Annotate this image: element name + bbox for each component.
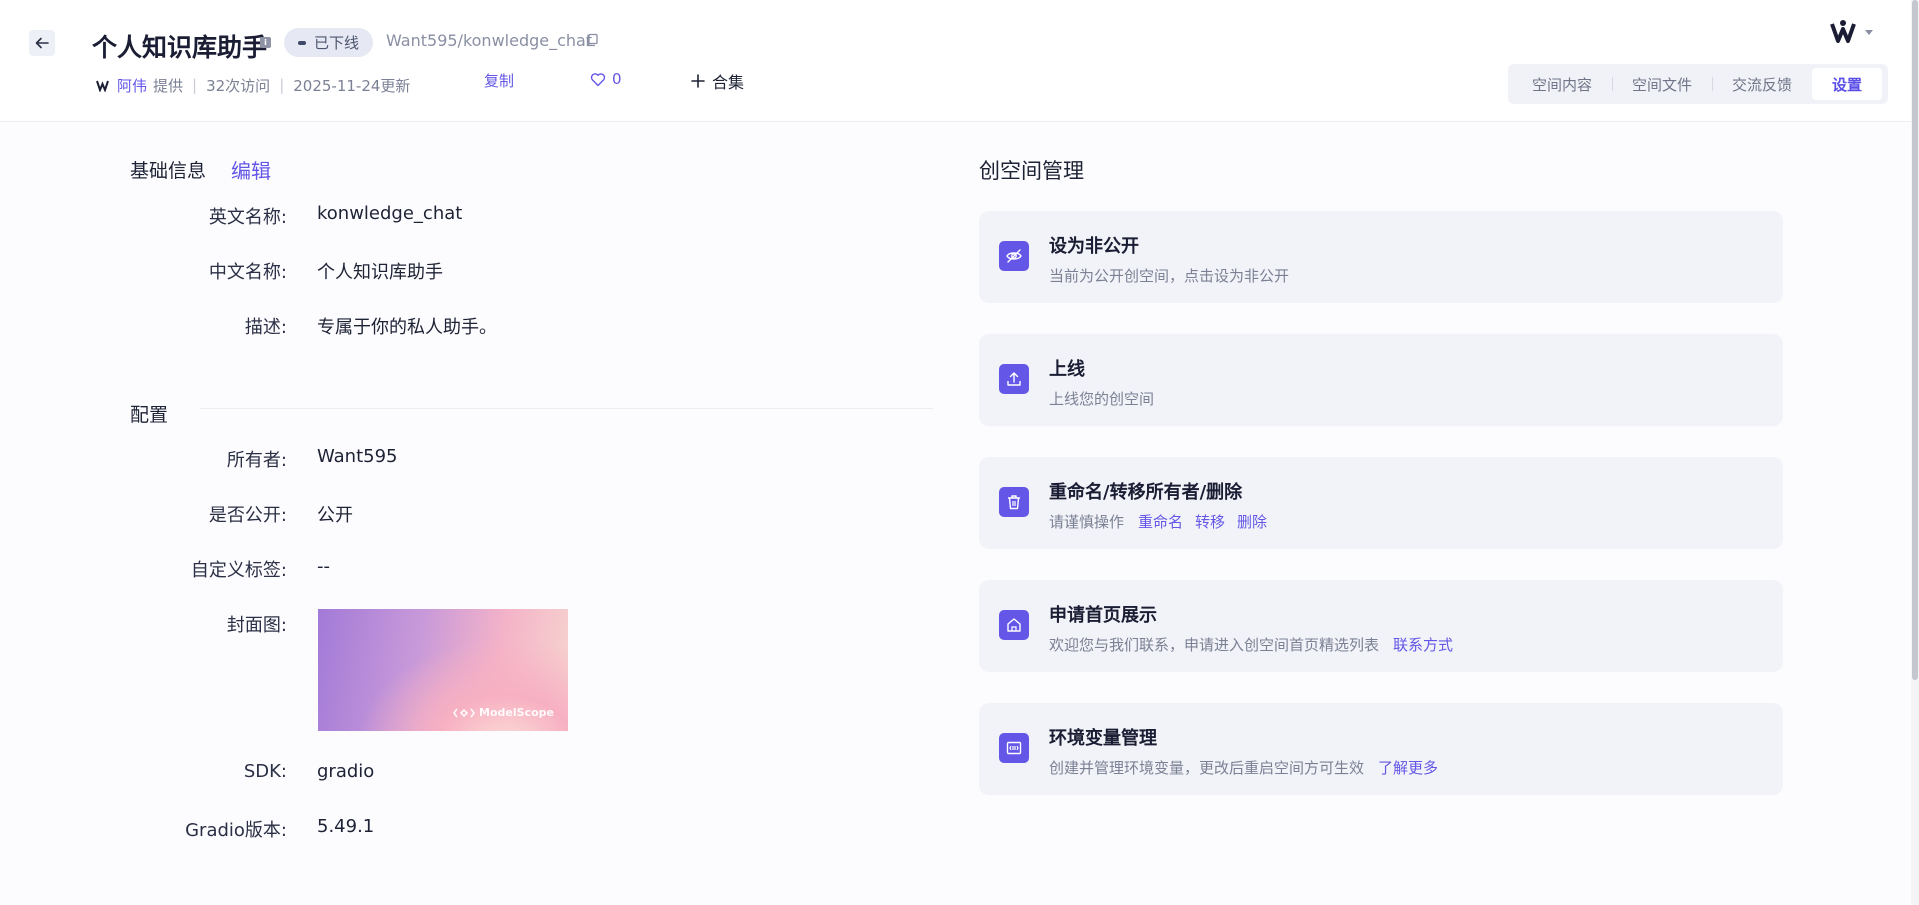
description-label: 描述: [244,317,287,338]
cover-label: 封面图: [226,615,287,636]
env-variables-card: 环境变量管理 创建并管理环境变量，更改后重启空间方可生效 了解更多 [979,703,1783,795]
upload-icon [999,364,1029,394]
config-title: 配置 [130,404,169,426]
english-name-label: 英文名称: [208,207,287,228]
card-description: 创建并管理环境变量，更改后重启空间方可生效 了解更多 [1049,757,1438,778]
tab-space-content[interactable]: 空间内容 [1512,68,1612,100]
card-description: 请谨慎操作 重命名 转移 删除 [1049,511,1267,532]
card-title: 上线 [1049,359,1085,380]
visit-count: 32次访问 [206,76,271,95]
card-desc-text: 当前为公开创空间，点击设为非公开 [1049,267,1290,285]
info-icon[interactable]: i [260,37,271,48]
gradio-version-value: 5.49.1 [317,816,375,837]
management-title: 创空间管理 [979,159,1084,183]
rename-transfer-delete-card: 重命名/转移所有者/删除 请谨慎操作 重命名 转移 删除 [979,457,1783,549]
back-button[interactable] [29,30,55,56]
separator: | [279,76,285,94]
card-desc-text: 上线您的创空间 [1049,390,1155,408]
heart-icon [590,72,606,86]
card-description: 当前为公开创空间，点击设为非公开 [1049,265,1289,286]
description-value: 专属于你的私人助手。 [317,317,497,338]
like-button[interactable]: 0 [590,70,622,88]
gradio-version-label: Gradio版本: [185,820,287,841]
user-menu[interactable] [1829,18,1873,46]
status-dot-icon [298,40,306,45]
page-header: 个人知识库助手 i 已下线 Want595/konwledge_chat 阿伟 … [0,0,1919,122]
separator: | [192,76,198,94]
page-title: 个人知识库助手 [92,33,268,62]
divider [200,408,933,409]
english-name-value: konwledge_chat [317,203,463,224]
custom-tags-label: 自定义标签: [190,560,287,581]
user-avatar-icon [1830,20,1856,43]
custom-tags-value: -- [317,556,330,577]
rename-link[interactable]: 重命名 [1138,511,1183,532]
cover-image: ModelScope [318,609,568,731]
author-avatar-icon [96,80,109,92]
set-private-card[interactable]: 设为非公开 当前为公开创空间，点击设为非公开 [979,211,1783,303]
public-label: 是否公开: [208,505,287,526]
status-label: 已下线 [314,34,360,52]
add-collection-button[interactable]: 合集 [690,69,744,93]
card-description: 欢迎您与我们联系，申请进入创空间首页精选列表 联系方式 [1049,634,1453,655]
card-title: 重命名/转移所有者/删除 [1049,482,1243,503]
status-badge: 已下线 [284,28,374,57]
owner-value: Want595 [317,446,398,467]
edit-button[interactable]: 编辑 [231,155,271,184]
author-link[interactable]: 阿伟 [117,75,147,96]
modelscope-icon [453,708,476,717]
card-title: 设为非公开 [1049,236,1139,257]
variable-icon [999,733,1029,763]
basic-info-title: 基础信息 [130,160,207,182]
transfer-link[interactable]: 转移 [1195,511,1225,532]
sdk-value: gradio [317,761,375,782]
chinese-name-label: 中文名称: [208,262,287,283]
homepage-showcase-card: 申请首页展示 欢迎您与我们联系，申请进入创空间首页精选列表 联系方式 [979,580,1783,672]
eye-off-icon [999,241,1029,271]
home-icon [999,610,1029,640]
tab-settings[interactable]: 设置 [1812,68,1882,100]
card-desc-text: 创建并管理环境变量，更改后重启空间方可生效 [1049,759,1365,777]
provided-label: 提供 [153,76,184,95]
card-title: 环境变量管理 [1049,728,1157,749]
meta-info: 阿伟 提供 | 32次访问 | 2025-11-24更新 [96,75,410,95]
delete-link[interactable]: 删除 [1237,511,1267,532]
chinese-name-value: 个人知识库助手 [317,262,443,283]
cover-brand-text: ModelScope [479,706,554,719]
learn-more-link[interactable]: 了解更多 [1378,757,1438,778]
tab-feedback[interactable]: 交流反馈 [1712,68,1812,100]
like-count: 0 [612,70,622,88]
plus-icon [691,74,705,88]
tab-space-files[interactable]: 空间文件 [1612,68,1712,100]
copy-button[interactable]: 复制 [484,70,514,91]
sdk-label: SDK: [243,761,287,782]
nav-tabs: 空间内容 空间文件 交流反馈 设置 [1508,64,1888,104]
public-value: 公开 [317,505,353,526]
go-online-card[interactable]: 上线 上线您的创空间 [979,334,1783,426]
card-title: 申请首页展示 [1049,605,1157,626]
trash-icon [999,487,1029,517]
update-date: 2025-11-24更新 [293,76,411,95]
chevron-down-icon [1865,29,1873,35]
scrollbar-thumb[interactable] [1912,0,1918,680]
card-desc-text: 欢迎您与我们联系，申请进入创空间首页精选列表 [1049,636,1380,654]
copy-icon[interactable] [585,33,599,47]
owner-label: 所有者: [226,450,287,471]
arrow-left-icon [35,37,49,49]
contact-link[interactable]: 联系方式 [1393,634,1453,655]
collection-label: 合集 [712,73,745,92]
repo-path: Want595/konwledge_chat [386,31,593,50]
modelscope-logo: ModelScope [453,706,554,719]
card-desc-text: 请谨慎操作 [1049,513,1125,531]
card-description: 上线您的创空间 [1049,388,1154,409]
